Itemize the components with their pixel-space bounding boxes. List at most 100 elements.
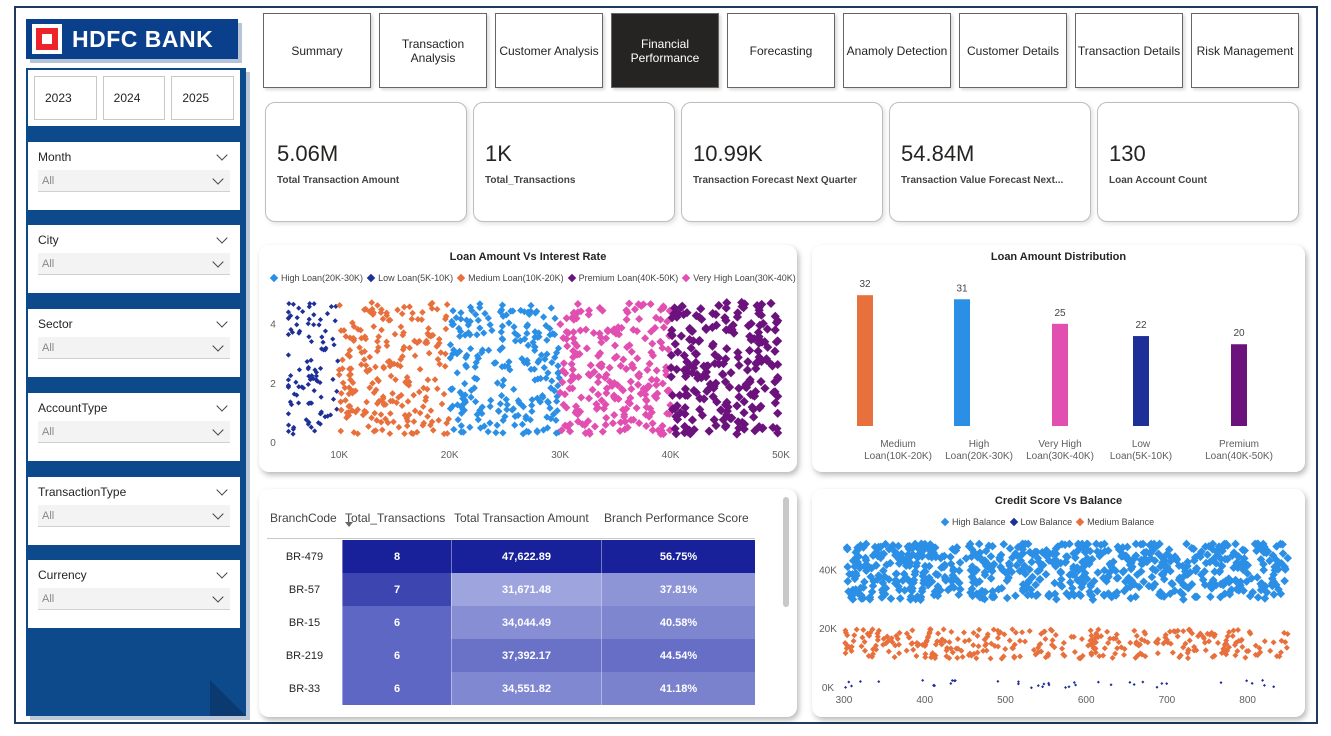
- loan-bar-chart: 32 MediumLoan(10K-20K) 31 HighLoan(20K-30K)…: [857, 279, 1273, 462]
- scatter-point: [374, 302, 381, 309]
- currency-dropdown[interactable]: All: [38, 588, 230, 610]
- tab-anamoly-detection[interactable]: Anamoly Detection: [843, 13, 951, 88]
- column-header-branchcode[interactable]: BranchCode: [270, 511, 337, 525]
- scatter-point: [328, 303, 335, 310]
- year-button-2023[interactable]: 2023: [34, 76, 97, 120]
- scatter-point: [569, 328, 578, 337]
- scatter-point: [330, 376, 336, 382]
- scatter-point: [547, 304, 555, 312]
- column-header-branch-performance-score[interactable]: Branch Performance Score: [604, 511, 749, 525]
- scatter-point: [320, 339, 326, 345]
- scatter-point: [406, 344, 413, 352]
- chevron-down-icon: [212, 423, 224, 436]
- scatter-point: [1112, 574, 1122, 583]
- scatter-point: [330, 336, 336, 342]
- tab-customer-analysis[interactable]: Customer Analysis: [495, 13, 603, 88]
- scatter-point: [691, 349, 702, 359]
- tab-risk-management[interactable]: Risk Management: [1191, 13, 1299, 88]
- chevron-down-icon[interactable]: [216, 316, 228, 328]
- tab-summary[interactable]: Summary: [263, 13, 371, 88]
- year-button-2024[interactable]: 2024: [102, 76, 166, 120]
- month-dropdown[interactable]: All: [38, 170, 230, 192]
- cell-transactions: 6: [342, 606, 451, 639]
- kpi-label: Transaction Forecast Next Quarter: [693, 175, 857, 186]
- scatter-point: [337, 406, 345, 414]
- x-tick-label: 800: [1239, 695, 1256, 706]
- bar[interactable]: [1231, 344, 1247, 426]
- chevron-down-icon[interactable]: [216, 567, 228, 579]
- scatter-point: [374, 338, 381, 345]
- scatter-point: [311, 322, 317, 328]
- bar[interactable]: [1052, 323, 1068, 426]
- cell-amount: 47,622.89: [451, 540, 601, 573]
- bar[interactable]: [954, 299, 970, 426]
- tab-transaction-details[interactable]: Transaction Details: [1075, 13, 1183, 88]
- branch-performance-table[interactable]: BranchCode Total_Transactions Total Tran…: [259, 489, 797, 717]
- scatter-point: [1042, 635, 1049, 642]
- scatter-point: [518, 420, 527, 428]
- scatter-point: [438, 400, 446, 408]
- scatter-point: [334, 406, 340, 412]
- scatter-point: [567, 360, 576, 369]
- scatter-point: [338, 390, 345, 397]
- table-row[interactable]: BR-57 7 31,671.48 37.81%: [267, 573, 755, 606]
- cell-amount: 37,392.17: [451, 639, 601, 672]
- chevron-down-icon[interactable]: [216, 149, 228, 161]
- chevron-down-icon[interactable]: [216, 400, 228, 412]
- sector-dropdown[interactable]: All: [38, 337, 230, 359]
- scatter-point: [602, 389, 611, 398]
- tab-customer-details[interactable]: Customer Details: [959, 13, 1067, 88]
- tab-financial-performance[interactable]: Financial Performance: [611, 13, 719, 88]
- scatter-point: [1042, 682, 1046, 686]
- chevron-down-icon[interactable]: [216, 232, 228, 244]
- scatter-point: [496, 400, 504, 408]
- x-tick-label: 400: [916, 695, 933, 706]
- scatter-point: [296, 305, 302, 311]
- city-dropdown[interactable]: All: [38, 253, 230, 275]
- scatter-point: [874, 637, 881, 644]
- scatter-point: [392, 376, 399, 383]
- scatter-point: [528, 401, 536, 410]
- scatter-point: [1167, 578, 1177, 588]
- scatter-point: [861, 647, 868, 654]
- credit-score-vs-balance-chart[interactable]: Credit Score Vs Balance High Balance Low…: [812, 489, 1305, 717]
- year-button-2025[interactable]: 2025: [171, 76, 235, 120]
- column-header-total-transactions[interactable]: Total_Transactions: [345, 511, 445, 525]
- scatter-point: [311, 312, 317, 318]
- slicer-title: TransactionType: [38, 485, 127, 499]
- column-header-total-transaction-amount[interactable]: Total Transaction Amount: [454, 511, 589, 525]
- table-row[interactable]: BR-15 6 34,044.49 40.58%: [267, 606, 755, 639]
- scatter-point: [335, 371, 343, 379]
- scatter-point: [424, 376, 432, 384]
- brand-name: HDFC BANK: [72, 25, 214, 52]
- bar[interactable]: [1133, 336, 1149, 426]
- cell-score: 56.75%: [601, 540, 755, 573]
- slicer-value: All: [42, 341, 55, 354]
- loan-distribution-chart[interactable]: Loan Amount Distribution 32 Medium Loan(10…: [812, 245, 1305, 472]
- loan-vs-interest-chart[interactable]: Loan Amount Vs Interest Rate High Loan(2…: [259, 245, 797, 472]
- scatter-point: [1052, 632, 1059, 639]
- scatter-point: [608, 419, 617, 428]
- chevron-down-icon[interactable]: [216, 484, 228, 496]
- tab-forecasting[interactable]: Forecasting: [727, 13, 835, 88]
- table-row[interactable]: BR-219 6 37,392.17 44.54%: [267, 639, 755, 672]
- scatter-point: [551, 314, 559, 322]
- scatter-point: [290, 301, 297, 307]
- scatter-point: [404, 398, 412, 405]
- scatter-point: [1272, 685, 1276, 689]
- table-scrollbar[interactable]: [783, 497, 789, 607]
- table-row[interactable]: BR-33 6 34,551.82 41.18%: [267, 672, 755, 705]
- bar[interactable]: [857, 295, 873, 426]
- scatter-point: [285, 422, 292, 428]
- transactiontype-dropdown[interactable]: All: [38, 505, 230, 527]
- scatter-point: [375, 333, 382, 340]
- accounttype-dropdown[interactable]: All: [38, 421, 230, 443]
- table-row[interactable]: BR-479 8 47,622.89 56.75%: [267, 540, 755, 573]
- scatter-point: [368, 299, 376, 306]
- scatter-point: [360, 356, 368, 363]
- scatter-point: [1006, 637, 1013, 644]
- tab-transaction-analysis[interactable]: Transaction Analysis: [379, 13, 487, 88]
- bar-data-label: 22: [1135, 320, 1147, 331]
- scatter-point: [847, 680, 851, 684]
- scatter-point: [415, 388, 423, 396]
